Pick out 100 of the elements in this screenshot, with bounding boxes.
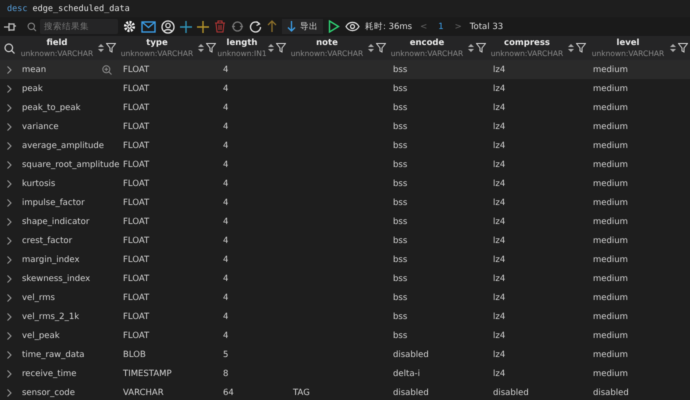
chevron-right-icon[interactable] [6,370,12,378]
eye-icon[interactable] [345,21,360,32]
refresh-icon[interactable] [249,20,262,33]
sort-icon[interactable] [268,43,274,53]
chevron-right-icon[interactable] [6,104,12,112]
table-cell: FLOAT [123,64,150,74]
chevron-right-icon[interactable] [6,312,12,320]
table-cell: skewness_index [22,274,90,284]
table-cell: receive_time [22,368,77,378]
filter-icon[interactable] [276,43,286,53]
column-header[interactable]: type [146,38,168,48]
table-cell: FLOAT [123,102,150,112]
chevron-right-icon[interactable] [6,388,12,396]
table-cell: disabled [493,388,529,398]
filter-icon[interactable] [206,43,216,53]
table-cell: bss [393,84,408,94]
table-cell: lz4 [493,178,506,188]
table-cell: FLOAT [123,160,150,170]
sync-icon[interactable] [231,20,244,33]
table-cell: FLOAT [123,292,150,302]
column-header[interactable]: note [316,38,338,48]
table-cell: lz4 [493,350,506,360]
filter-icon[interactable] [106,43,116,53]
chevron-right-icon[interactable] [6,332,12,340]
chevron-right-icon[interactable] [6,84,12,92]
chevron-right-icon[interactable] [6,160,12,168]
filter-icon[interactable] [476,43,486,53]
search-icon[interactable] [4,42,14,54]
chevron-right-icon[interactable] [6,218,12,226]
table-cell: bss [393,312,408,322]
pin-icon[interactable] [3,20,17,32]
table-cell: medium [593,64,628,74]
filter-icon[interactable] [576,43,586,53]
trash-icon[interactable] [214,20,226,33]
table-cell: lz4 [493,236,506,246]
zoom-in-icon[interactable] [102,64,112,74]
table-cell: vel_peak [22,330,60,340]
filter-icon[interactable] [678,43,688,53]
table-cell: lz4 [493,198,506,208]
chevron-right-icon[interactable] [6,256,12,264]
table-cell: bss [393,160,408,170]
table-cell: FLOAT [123,178,150,188]
column-header[interactable]: encode [410,38,444,48]
column-header[interactable]: level [616,38,640,48]
table-cell: bss [393,274,408,284]
settings-icon[interactable] [123,20,136,33]
sort-icon[interactable] [198,43,204,53]
chevron-right-icon[interactable] [6,180,12,188]
chevron-right-icon[interactable] [6,350,12,358]
table-cell: sensor_code [22,388,75,398]
table-cell: bss [393,254,408,264]
table-cell: medium [593,160,628,170]
table-cell: 5 [223,350,228,360]
table-cell: 4 [223,198,228,208]
table-cell: bss [393,236,408,246]
sort-icon[interactable] [98,43,104,53]
table-cell: variance [22,122,59,132]
table-cell: bss [393,330,408,340]
arrow-up-icon[interactable] [267,20,277,33]
table-cell: 4 [223,254,228,264]
user-icon[interactable] [161,20,175,34]
chevron-right-icon[interactable] [6,294,12,302]
play-icon[interactable] [328,20,340,33]
chevron-right-icon[interactable] [6,274,12,282]
chevron-right-icon[interactable] [6,122,12,130]
table-cell: medium [593,198,628,208]
table-cell: FLOAT [123,216,150,226]
table-cell: lz4 [493,312,506,322]
column-header[interactable]: compress [504,38,550,48]
chevron-right-icon[interactable] [6,142,12,150]
sort-icon[interactable] [368,43,374,53]
column-header[interactable]: length [226,38,258,48]
table-cell: 4 [223,178,228,188]
table-cell: 4 [223,274,228,284]
search-field[interactable]: 搜索结果集 [40,19,118,34]
table-cell: square_root_amplitude [22,160,120,170]
table-cell: FLOAT [123,122,150,132]
sort-icon[interactable] [568,43,574,53]
table-cell: medium [593,350,628,360]
table-cell: lz4 [493,254,506,264]
table-cell: 4 [223,64,228,74]
chevron-right-icon[interactable] [6,66,12,74]
table-cell: bss [393,178,408,188]
table-cell: bss [393,64,408,74]
sort-icon[interactable] [670,43,676,53]
filter-icon[interactable] [376,43,386,53]
chevron-right-icon[interactable] [6,236,12,244]
mail-icon[interactable] [141,20,156,32]
chevron-right-icon[interactable] [6,198,12,206]
table-cell: average_amplitude [22,140,104,150]
add-icon[interactable] [180,20,192,32]
column-header[interactable]: field [46,38,68,48]
table-cell: lz4 [493,274,506,284]
table-cell: medium [593,312,628,322]
table-cell: lz4 [493,216,506,226]
table-cell: lz4 [493,368,506,378]
sort-icon[interactable] [468,43,474,53]
export-button[interactable]: 导出 [282,19,323,34]
table-cell: medium [593,216,628,226]
add-icon[interactable] [197,20,209,32]
